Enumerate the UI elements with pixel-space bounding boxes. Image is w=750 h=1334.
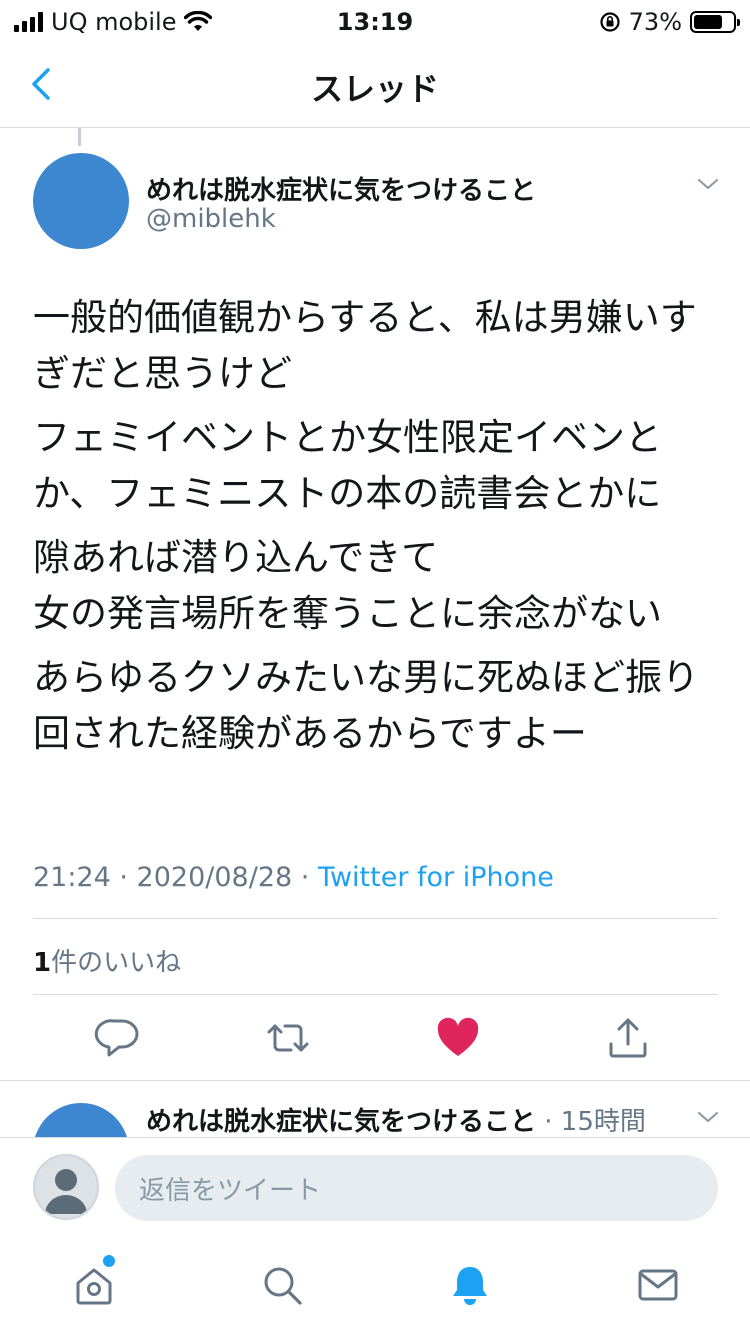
messages-icon[interactable]: [636, 1263, 680, 1307]
tweet-paragraph: フェミイベントとか女性限定イベンとか、フェミニストの本の読書会とかに: [33, 416, 662, 515]
author-name[interactable]: めれは脱水症状に気をつけること: [146, 170, 536, 207]
reply-bar: 返信をツイート: [0, 1137, 750, 1237]
author-avatar[interactable]: [33, 153, 129, 249]
search-icon[interactable]: [260, 1263, 304, 1307]
default-user-icon: [45, 1169, 87, 1214]
home-notification-dot: [103, 1255, 115, 1267]
tweet-timestamp: 21:24 · 2020/08/28 ·: [33, 862, 318, 893]
retweet-icon[interactable]: [264, 1014, 312, 1062]
tweet-paragraph: 一般的価値観からすると、私は男嫌いすぎだと思うけど: [33, 296, 697, 395]
reply-author-name[interactable]: めれは脱水症状に気をつけること: [146, 1107, 536, 1137]
chevron-down-icon[interactable]: [696, 1105, 720, 1129]
tweet-text: 一般的価値観からすると、私は男嫌いすぎだと思うけど フェミイベントとか女性限定イ…: [33, 290, 723, 770]
like-count-number: 1: [33, 948, 52, 978]
battery-icon: [690, 11, 740, 33]
battery-percent: 73%: [628, 8, 682, 36]
tweet-source-link[interactable]: Twitter for iPhone: [318, 862, 554, 893]
share-icon[interactable]: [604, 1014, 652, 1062]
home-icon[interactable]: [72, 1263, 116, 1307]
divider: [33, 994, 718, 995]
divider: [33, 918, 718, 919]
status-bar: UQ mobile 13:19 73%: [0, 0, 750, 42]
reply-time: · 15時間: [536, 1107, 646, 1137]
reply-icon[interactable]: [94, 1014, 142, 1062]
user-avatar[interactable]: [33, 1154, 99, 1220]
author-handle[interactable]: @miblehk: [146, 204, 276, 234]
reply-tweet-preview[interactable]: めれは脱水症状に気をつけること · 15時間: [0, 1081, 750, 1137]
like-heart-icon[interactable]: [434, 1014, 482, 1062]
thread-connector: [78, 128, 81, 146]
tweet-paragraph: 隙あれば潜り込んできて 女の発言場所を奪うことに余念がない: [33, 536, 662, 635]
rotation-lock-icon: [600, 12, 620, 32]
reply-author-line: めれは脱水症状に気をつけること · 15時間: [146, 1101, 646, 1137]
tweet-meta: 21:24 · 2020/08/28 · Twitter for iPhone: [33, 862, 554, 893]
reply-input[interactable]: 返信をツイート: [115, 1155, 718, 1221]
page-title: スレッド: [310, 70, 439, 108]
notifications-icon[interactable]: [448, 1263, 492, 1307]
chevron-down-icon[interactable]: [696, 172, 720, 196]
like-count-label: 件のいいね: [51, 948, 182, 978]
tab-bar: [0, 1237, 750, 1334]
status-right: 73%: [599, 8, 740, 36]
likes-count[interactable]: 1件のいいね: [33, 942, 181, 979]
tweet-paragraph: あらゆるクソみたいな男に死ぬほど振り回された経験があるからですよー: [33, 656, 699, 755]
tweet-actions: [0, 1014, 750, 1062]
reply-author-avatar[interactable]: [33, 1103, 129, 1137]
navigation-bar: スレッド: [0, 42, 750, 128]
